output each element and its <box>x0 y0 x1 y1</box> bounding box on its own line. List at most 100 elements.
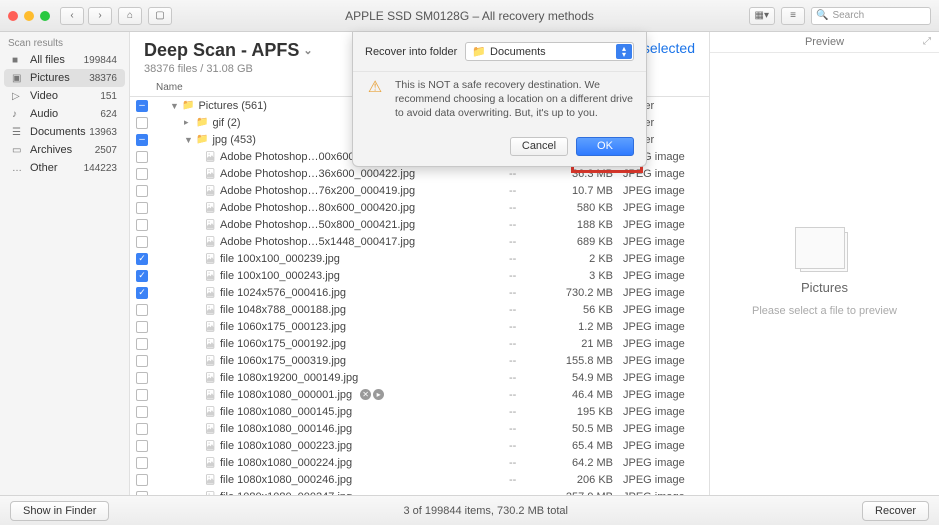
jpeg-file-icon <box>204 185 216 196</box>
row-checkbox[interactable] <box>136 389 148 401</box>
row-date: -- <box>509 321 549 333</box>
jpeg-file-icon <box>204 219 216 230</box>
back-button[interactable]: ‹ <box>60 7 84 25</box>
sidebar-icon: ■ <box>12 55 26 66</box>
row-checkbox[interactable] <box>136 100 148 112</box>
minimize-window-button[interactable] <box>24 11 34 21</box>
folder-name: gif (2) <box>212 117 240 129</box>
sidebar-item-pictures[interactable]: ▣ Pictures 38376 <box>4 69 125 87</box>
row-kind: JPEG image <box>619 270 709 282</box>
row-checkbox[interactable] <box>136 134 148 146</box>
recover-folder-popup[interactable]: 📁 Documents ▴▾ <box>465 42 634 61</box>
file-row[interactable]: file 100x100_000243.jpg -- 3 KB JPEG ima… <box>130 267 709 284</box>
row-date: -- <box>509 491 549 496</box>
zoom-window-button[interactable] <box>40 11 50 21</box>
file-row[interactable]: file 1060x175_000123.jpg -- 1.2 MB JPEG … <box>130 318 709 335</box>
row-checkbox[interactable] <box>136 202 148 214</box>
jpeg-file-icon <box>204 406 216 417</box>
file-row[interactable]: file 1080x1080_000146.jpg -- 50.5 MB JPE… <box>130 420 709 437</box>
file-row[interactable]: file 1080x1080_000001.jpg ✕ ▸ -- 46.4 MB… <box>130 386 709 403</box>
file-row[interactable]: Adobe Photoshop…80x600_000420.jpg -- 580… <box>130 199 709 216</box>
row-checkbox[interactable] <box>136 287 148 299</box>
filter-button[interactable]: ≡ <box>781 7 805 25</box>
row-checkbox[interactable] <box>136 253 148 265</box>
close-window-button[interactable] <box>8 11 18 21</box>
row-size: 206 KB <box>549 474 619 486</box>
row-checkbox[interactable] <box>136 219 148 231</box>
file-row[interactable]: file 1024x576_000416.jpg -- 730.2 MB JPE… <box>130 284 709 301</box>
search-input[interactable]: 🔍 Search <box>811 7 931 25</box>
file-row[interactable]: file 1060x175_000192.jpg -- 21 MB JPEG i… <box>130 335 709 352</box>
row-checkbox[interactable] <box>136 474 148 486</box>
row-size: 3 KB <box>549 270 619 282</box>
forward-button[interactable]: › <box>88 7 112 25</box>
file-row[interactable]: file 1080x1080_000246.jpg -- 206 KB JPEG… <box>130 471 709 488</box>
home-button[interactable]: ⌂ <box>118 7 142 25</box>
row-date: -- <box>509 440 549 452</box>
file-name: Adobe Photoshop…50x800_000421.jpg <box>220 219 415 231</box>
titlebar: ‹ › ⌂ ▢ APPLE SSD SM0128G – All recovery… <box>0 0 939 32</box>
sidebar-item-archives[interactable]: ▭ Archives 2507 <box>4 141 125 159</box>
row-kind: JPEG image <box>619 457 709 469</box>
sidebar-item-documents[interactable]: ☰ Documents 13963 <box>4 123 125 141</box>
row-kind: JPEG image <box>619 389 709 401</box>
row-checkbox[interactable] <box>136 491 148 496</box>
file-row[interactable]: Adobe Photoshop…76x200_000419.jpg -- 10.… <box>130 182 709 199</box>
row-checkbox[interactable] <box>136 304 148 316</box>
row-checkbox[interactable] <box>136 236 148 248</box>
sidebar-item-audio[interactable]: ♪ Audio 624 <box>4 105 125 123</box>
disclosure-icon[interactable]: ▼ <box>184 135 192 145</box>
row-checkbox[interactable] <box>136 423 148 435</box>
row-checkbox[interactable] <box>136 168 148 180</box>
disclosure-icon[interactable]: ▼ <box>170 101 178 111</box>
row-checkbox[interactable] <box>136 355 148 367</box>
recover-button[interactable]: Recover <box>862 501 929 521</box>
file-row[interactable]: file 1080x1080_000224.jpg -- 64.2 MB JPE… <box>130 454 709 471</box>
file-row[interactable]: file 1080x19200_000149.jpg -- 54.9 MB JP… <box>130 369 709 386</box>
jpeg-file-icon <box>204 253 216 264</box>
file-row[interactable]: file 1080x1080_000145.jpg -- 195 KB JPEG… <box>130 403 709 420</box>
sidebar-icon: ♪ <box>12 109 26 120</box>
row-checkbox[interactable] <box>136 270 148 282</box>
ok-button[interactable]: OK <box>576 137 634 156</box>
file-row[interactable]: Adobe Photoshop…36x600_000422.jpg -- 36.… <box>130 165 709 182</box>
cancel-button[interactable]: Cancel <box>510 137 568 156</box>
sidebar-item-label: Video <box>30 90 100 102</box>
warning-text: This is NOT a safe recovery destination.… <box>395 78 634 121</box>
row-date: -- <box>509 304 549 316</box>
row-size: 21 MB <box>549 338 619 350</box>
row-checkbox[interactable] <box>136 117 148 129</box>
file-row[interactable]: file 1080x1080_000247.jpg -- 257.9 MB JP… <box>130 488 709 495</box>
row-checkbox[interactable] <box>136 338 148 350</box>
file-row[interactable]: Adobe Photoshop…50x800_000421.jpg -- 188… <box>130 216 709 233</box>
row-date: -- <box>509 168 549 180</box>
sidebar-item-label: Audio <box>30 108 100 120</box>
sidebar-item-all-files[interactable]: ■ All files 199844 <box>4 51 125 69</box>
disclosure-icon[interactable]: ▸ <box>184 117 192 128</box>
show-in-finder-button[interactable]: Show in Finder <box>10 501 109 521</box>
row-checkbox[interactable] <box>136 406 148 418</box>
row-checkbox[interactable] <box>136 457 148 469</box>
jpeg-file-icon <box>204 474 216 485</box>
row-checkbox[interactable] <box>136 321 148 333</box>
recover-into-label: Recover into folder <box>365 46 457 58</box>
expand-preview-icon[interactable]: ⤢ <box>923 36 931 47</box>
file-row[interactable]: Adobe Photoshop…5x1448_000417.jpg -- 689… <box>130 233 709 250</box>
file-row[interactable]: file 1048x788_000188.jpg -- 56 KB JPEG i… <box>130 301 709 318</box>
row-checkbox[interactable] <box>136 440 148 452</box>
sidebar-item-label: Documents <box>30 126 89 138</box>
file-row[interactable]: file 1080x1080_000223.jpg -- 65.4 MB JPE… <box>130 437 709 454</box>
row-checkbox[interactable] <box>136 185 148 197</box>
jpeg-file-icon <box>204 270 216 281</box>
file-row[interactable]: file 100x100_000239.jpg -- 2 KB JPEG ima… <box>130 250 709 267</box>
view-options-button[interactable]: ▦▾ <box>749 7 775 25</box>
file-name: file 1080x1080_000247.jpg <box>220 491 352 496</box>
row-checkbox[interactable] <box>136 372 148 384</box>
sidebar-item-video[interactable]: ▷ Video 151 <box>4 87 125 105</box>
recover-dialog: Recover into folder 📁 Documents ▴▾ ⚠ Thi… <box>352 32 647 167</box>
drive-button[interactable]: ▢ <box>148 7 172 25</box>
row-checkbox[interactable] <box>136 151 148 163</box>
file-row[interactable]: file 1060x175_000319.jpg -- 155.8 MB JPE… <box>130 352 709 369</box>
row-kind: JPEG image <box>619 355 709 367</box>
sidebar-item-other[interactable]: … Other 144223 <box>4 159 125 177</box>
